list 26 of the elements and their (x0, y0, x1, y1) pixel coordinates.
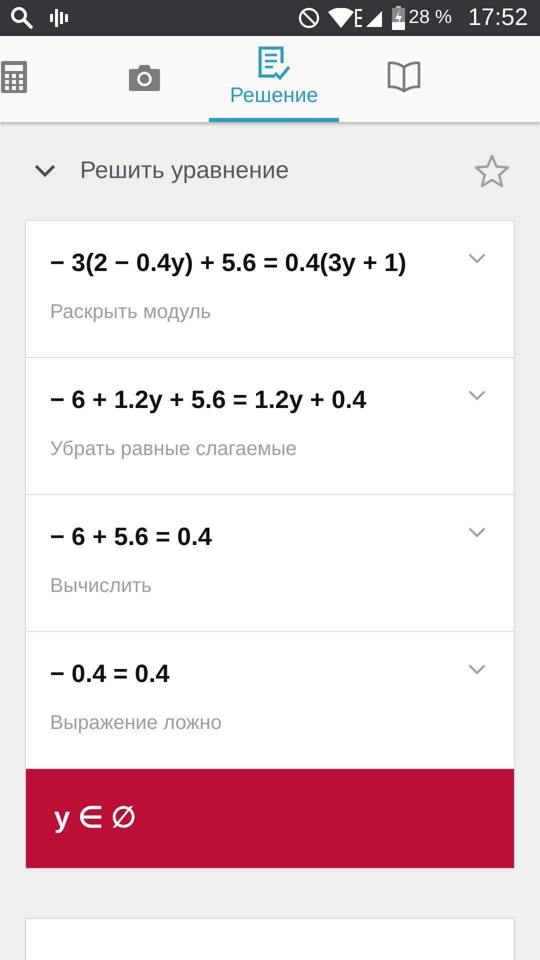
battery-percent: 28 % (408, 6, 452, 30)
book-icon (387, 61, 421, 93)
step-description: Вычислить (50, 574, 153, 598)
expand-chevron-icon[interactable] (468, 253, 486, 264)
camera-icon (128, 63, 160, 91)
battery-icon (392, 6, 405, 30)
equation: − 3(2 − 0.4y) + 5.6 = 0.4(3y + 1) (50, 248, 408, 279)
equation: − 6 + 5.6 = 0.4 (50, 522, 213, 553)
signal-icon (354, 7, 384, 29)
chevron-icon[interactable] (34, 164, 56, 178)
search-icon (10, 6, 34, 30)
step-description: Раскрыть модуль (50, 300, 212, 324)
do-not-disturb-icon (298, 7, 320, 29)
expand-chevron-icon[interactable] (468, 664, 486, 675)
star-icon[interactable] (474, 154, 510, 188)
section-title: Решить уравнение (80, 156, 290, 186)
expand-chevron-icon[interactable] (468, 390, 486, 401)
result-answer: y ∈ ∅ (54, 800, 136, 836)
equation: − 6 + 1.2y + 5.6 = 1.2y + 0.4 (50, 385, 368, 416)
wifi-icon (328, 8, 354, 28)
step-description: Выражение ложно (50, 710, 223, 736)
equation: − 0.4 = 0.4 (50, 659, 171, 690)
clock: 17:52 (468, 3, 528, 33)
expand-chevron-icon[interactable] (468, 527, 486, 538)
checked-document-icon (258, 46, 290, 82)
step-description: Убрать равные слагаемые (50, 436, 298, 462)
